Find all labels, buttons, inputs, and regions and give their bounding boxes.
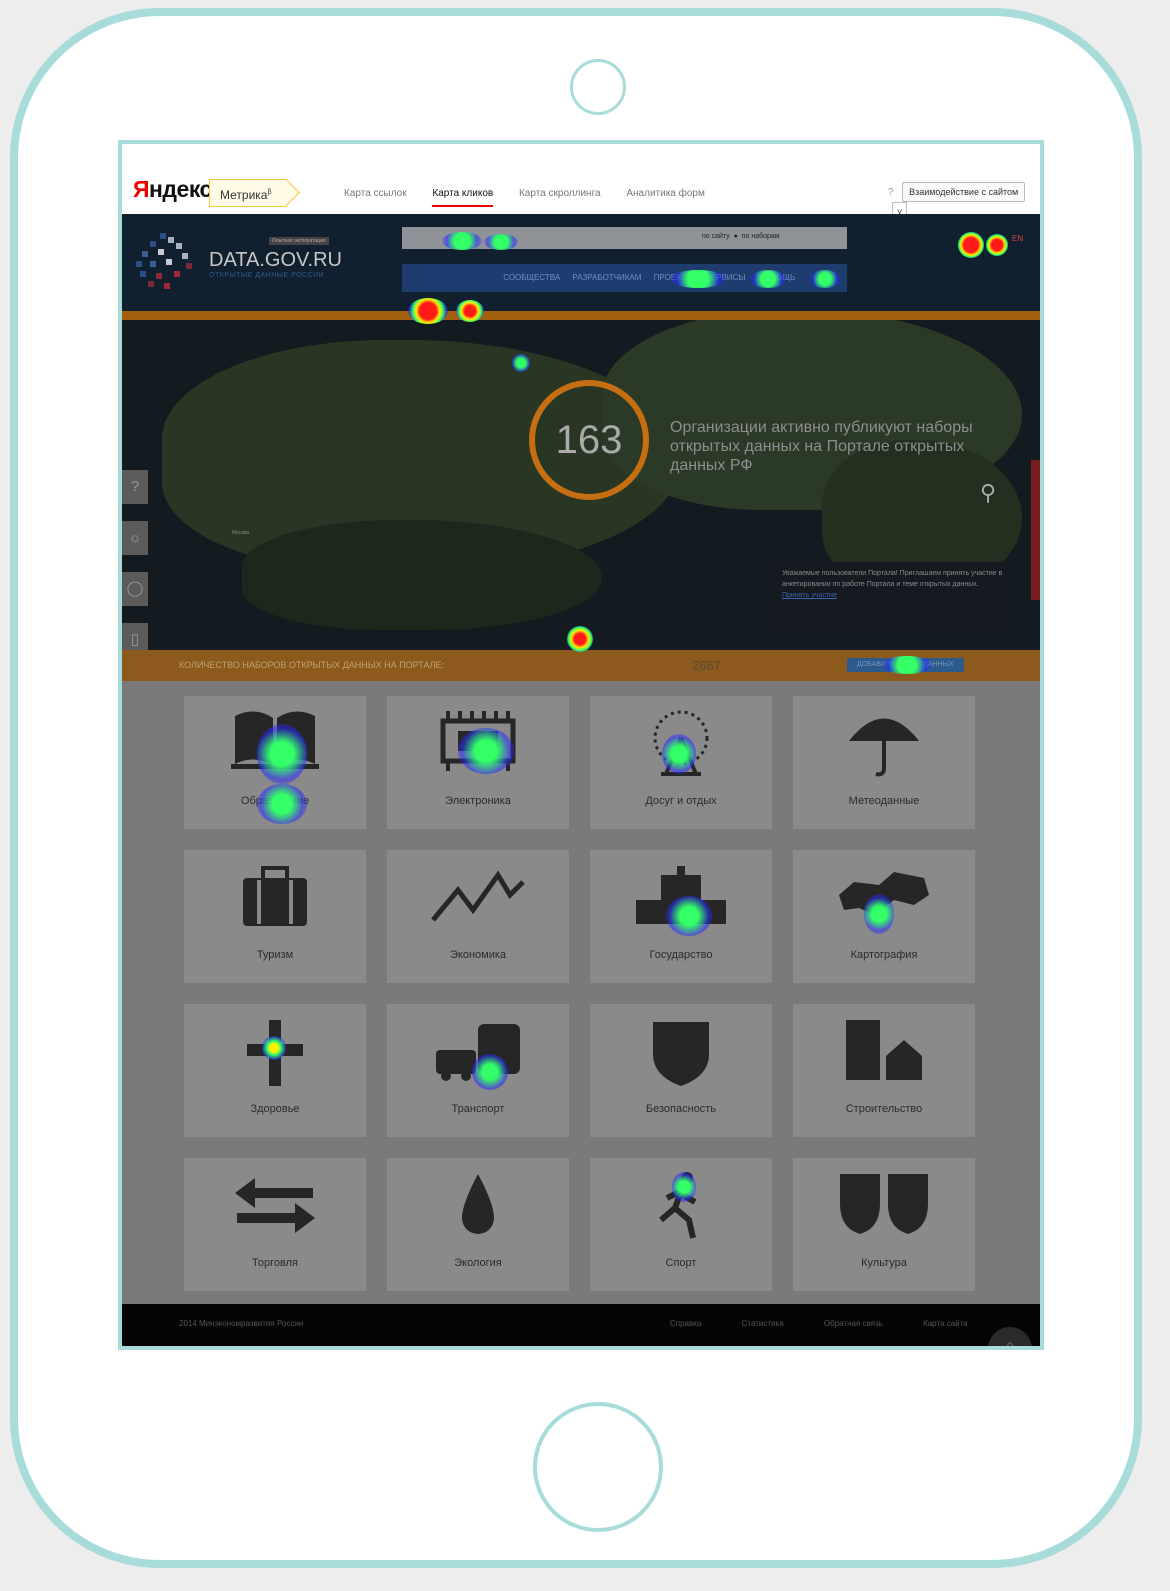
heat-spot [670, 270, 726, 288]
heat-spot [810, 270, 840, 288]
heat-spot [408, 298, 448, 324]
heat-spot [257, 724, 307, 784]
heat-spot [512, 354, 530, 372]
heat-spot [442, 232, 482, 250]
click-heatmap-overlay [122, 144, 1040, 1346]
camera-icon [570, 59, 626, 115]
home-button[interactable] [533, 1402, 663, 1532]
heat-spot [750, 270, 786, 288]
heat-spot [958, 232, 984, 258]
heat-spot [257, 784, 307, 824]
screen: Яндекс Метрикаβ Карта ссылок Карта клико… [118, 140, 1044, 1350]
heat-spot [567, 626, 593, 652]
heat-spot [456, 300, 484, 322]
heat-spot [484, 234, 518, 250]
heat-spot [986, 234, 1008, 256]
heat-spot [662, 734, 696, 774]
heat-spot [458, 728, 514, 774]
heat-spot [472, 1054, 508, 1090]
heat-spot [882, 656, 932, 674]
heat-spot [864, 894, 894, 934]
heat-spot [666, 896, 712, 936]
heat-spot [672, 1172, 696, 1202]
heat-spot [262, 1036, 286, 1060]
